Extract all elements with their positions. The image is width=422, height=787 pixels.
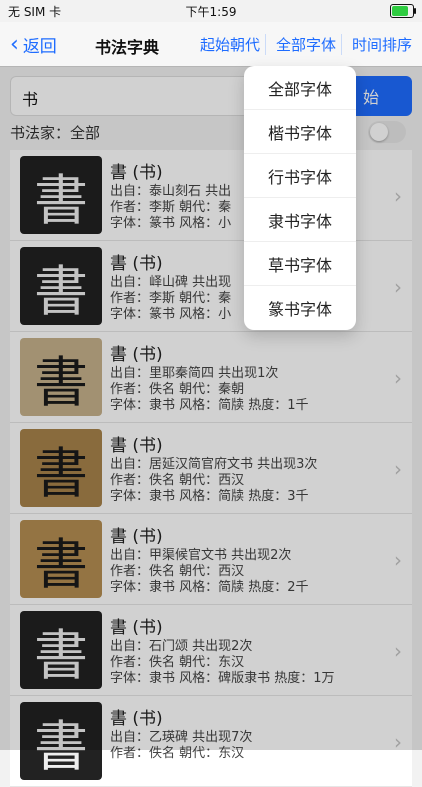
nav-actions: 起始朝代 全部字体 时间排序: [200, 34, 412, 55]
dropdown-option-all[interactable]: 全部字体: [244, 66, 356, 110]
dropdown-option-zhuanshu[interactable]: 篆书字体: [244, 286, 356, 329]
back-button[interactable]: ‹ 返回: [10, 32, 57, 57]
status-time: 下午1:59: [185, 5, 237, 19]
dropdown-option-kaishu[interactable]: 楷书字体: [244, 110, 356, 154]
page-title: 书法字典: [95, 38, 160, 57]
dropdown-option-lishu[interactable]: 隶书字体: [244, 198, 356, 242]
status-bar: 无 SIM 卡 下午1:59: [0, 0, 422, 22]
dropdown-option-caoshu[interactable]: 草书字体: [244, 242, 356, 286]
era-filter-button[interactable]: 起始朝代: [200, 34, 266, 55]
font-dropdown: 全部字体 楷书字体 行书字体 隶书字体 草书字体 篆书字体: [244, 66, 356, 330]
battery-icon: [390, 4, 416, 18]
font-filter-button[interactable]: 全部字体: [276, 34, 342, 55]
sort-button[interactable]: 时间排序: [352, 34, 412, 55]
chevron-left-icon: ‹: [10, 31, 19, 57]
nav-bar: ‹ 返回 书法字典 起始朝代 全部字体 时间排序: [0, 22, 422, 67]
dropdown-option-xingshu[interactable]: 行书字体: [244, 154, 356, 198]
back-label: 返回: [22, 37, 57, 57]
dim-overlay[interactable]: [0, 66, 422, 750]
